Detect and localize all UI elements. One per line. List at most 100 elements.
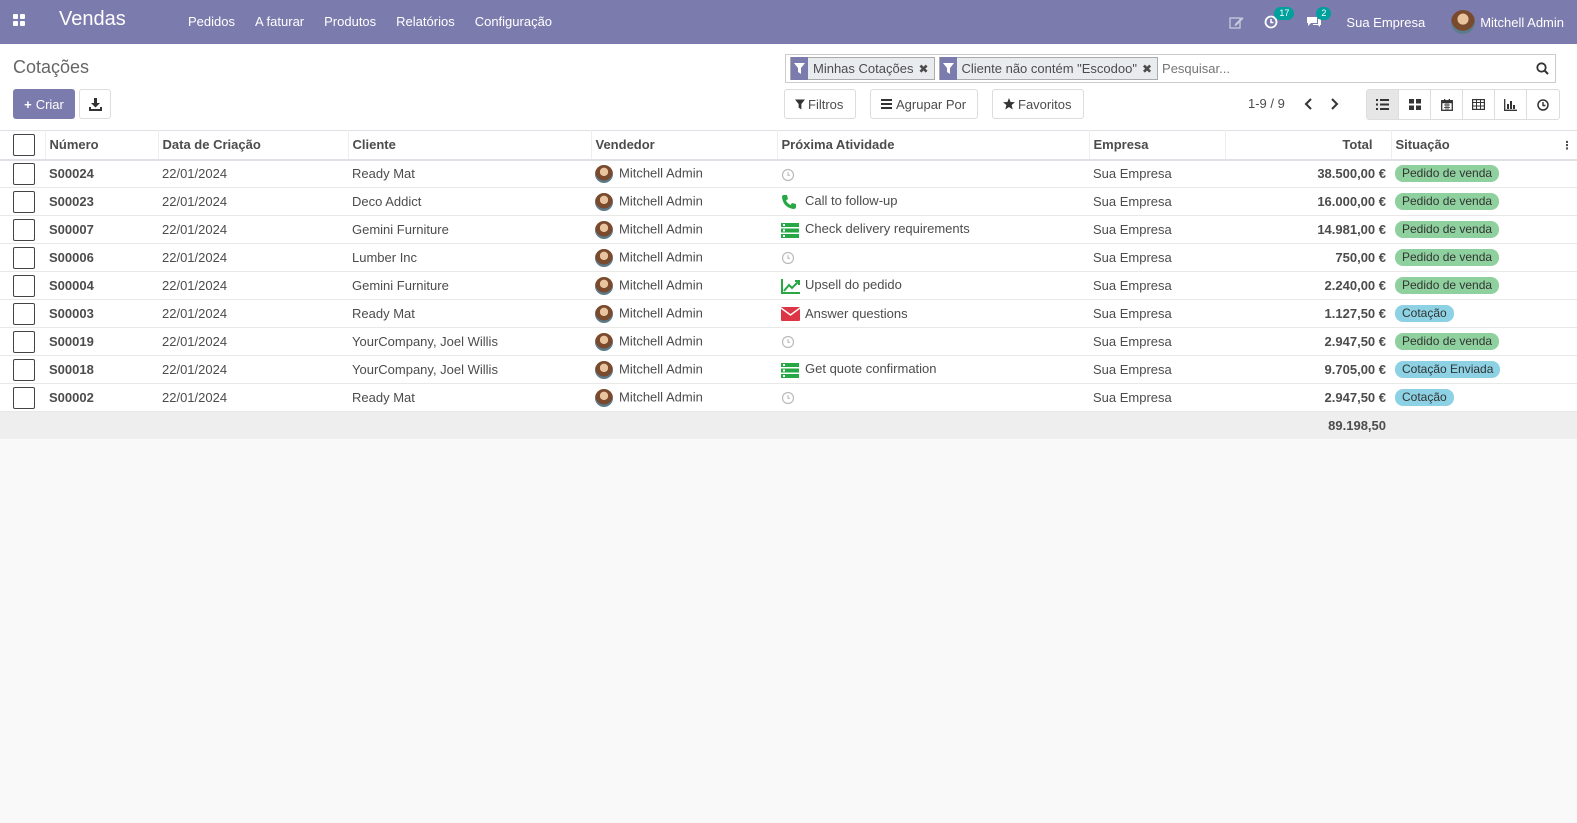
row-checkbox[interactable]	[13, 358, 35, 381]
menu-item-relatorios[interactable]: Relatórios	[386, 0, 465, 44]
table-row[interactable]: S00018 22/01/2024 YourCompany, Joel Willis…	[0, 356, 1577, 384]
table-row[interactable]: S00004 22/01/2024 Gemini Furniture Mitchell…	[0, 272, 1577, 300]
row-checkbox[interactable]	[13, 302, 35, 325]
select-all-checkbox[interactable]	[13, 133, 35, 156]
order-number[interactable]: S00018	[45, 356, 158, 384]
salesperson-avatar[interactable]	[595, 360, 613, 379]
table-row[interactable]: S00006 22/01/2024 Lumber Inc Mitchell Admin…	[0, 244, 1577, 272]
edit-icon[interactable]	[1229, 15, 1244, 29]
apps-menu-icon[interactable]	[13, 14, 27, 28]
row-checkbox[interactable]	[13, 246, 35, 269]
column-header-next-activity[interactable]: Próxima Atividade	[777, 130, 1090, 160]
column-header-customer[interactable]: Cliente	[348, 130, 592, 160]
menu-item-a-faturar[interactable]: A faturar	[245, 0, 314, 44]
remove-facet-icon[interactable]: ✖	[918, 62, 933, 76]
filters-button[interactable]: Filtros	[784, 89, 856, 119]
row-checkbox[interactable]	[13, 162, 35, 185]
status-cell: Pedido de venda	[1391, 188, 1577, 216]
list-view-icon[interactable]	[1367, 90, 1399, 119]
row-checkbox[interactable]	[13, 274, 35, 297]
clock-icon[interactable]	[781, 251, 801, 265]
next-activity: Check delivery requirements	[777, 216, 1089, 244]
menu-item-pedidos[interactable]: Pedidos	[178, 0, 245, 44]
salesperson-name: Mitchell Admin	[619, 360, 703, 376]
order-number[interactable]: S00006	[45, 244, 158, 272]
search-input[interactable]	[1162, 56, 1529, 81]
clock-icon[interactable]	[781, 335, 801, 349]
column-header-salesperson[interactable]: Vendedor	[591, 130, 778, 160]
envelope-icon[interactable]	[781, 307, 801, 322]
column-header-date[interactable]: Data de Criação	[158, 130, 349, 160]
salesperson-avatar[interactable]	[595, 164, 613, 183]
order-number[interactable]: S00007	[45, 216, 158, 244]
status-cell: Pedido de venda	[1391, 328, 1577, 356]
menu-item-produtos[interactable]: Produtos	[314, 0, 386, 44]
salesperson-avatar[interactable]	[595, 192, 613, 211]
remove-facet-icon[interactable]: ✖	[1142, 62, 1157, 76]
order-number[interactable]: S00004	[45, 272, 158, 300]
filter-icon	[939, 57, 957, 80]
quotations-list: Número Data de Criação Cliente Vendedor …	[0, 130, 1577, 439]
table-row[interactable]: S00002 22/01/2024 Ready Mat Mitchell Admin S…	[0, 384, 1577, 412]
search-icon[interactable]	[1529, 62, 1555, 75]
activity-view-icon[interactable]	[1527, 90, 1559, 119]
table-row[interactable]: S00023 22/01/2024 Deco Addict Mitchell Admi…	[0, 188, 1577, 216]
graph-view-icon[interactable]	[1495, 90, 1527, 119]
row-checkbox[interactable]	[13, 386, 35, 409]
row-checkbox[interactable]	[13, 190, 35, 213]
kanban-view-icon[interactable]	[1399, 90, 1431, 119]
company-name: Sua Empresa	[1093, 278, 1172, 293]
clock-icon[interactable]	[781, 168, 801, 182]
salesperson-avatar[interactable]	[595, 276, 613, 295]
phone-icon[interactable]	[781, 194, 801, 210]
optional-columns-icon[interactable]: ⋮	[1562, 139, 1573, 152]
order-number[interactable]: S00003	[45, 300, 158, 328]
table-row[interactable]: S00003 22/01/2024 Ready Mat Mitchell Admin A…	[0, 300, 1577, 328]
table-row[interactable]: S00007 22/01/2024 Gemini Furniture Mitchell…	[0, 216, 1577, 244]
app-name[interactable]: Vendas	[59, 8, 126, 31]
tasks-icon[interactable]	[781, 222, 801, 238]
clock-icon[interactable]	[781, 391, 801, 405]
order-number[interactable]: S00023	[45, 188, 158, 216]
menu-item-configuracao[interactable]: Configuração	[465, 0, 562, 44]
column-header-status[interactable]: Situação ⋮	[1391, 130, 1577, 160]
pager-value[interactable]: 1-9 / 9	[1248, 96, 1285, 111]
status-badge: Pedido de venda	[1395, 333, 1500, 350]
table-row[interactable]: S00024 22/01/2024 Ready Mat Mitchell Admin S…	[0, 160, 1577, 188]
group-by-button[interactable]: Agrupar Por	[870, 89, 978, 119]
company-switcher[interactable]: Sua Empresa	[1346, 15, 1425, 30]
user-menu[interactable]: Mitchell Admin	[1451, 10, 1564, 34]
status-cell: Cotação Enviada	[1391, 356, 1577, 384]
row-checkbox[interactable]	[13, 330, 35, 353]
line-chart-icon[interactable]	[781, 278, 801, 294]
next-activity: Get quote confirmation	[777, 356, 1089, 384]
creation-date: 22/01/2024	[162, 194, 228, 209]
pager-next-button[interactable]	[1322, 89, 1348, 119]
tasks-icon[interactable]	[781, 362, 801, 378]
salesperson-avatar[interactable]	[595, 388, 613, 407]
calendar-view-icon[interactable]	[1431, 90, 1463, 119]
salesperson-avatar[interactable]	[595, 332, 613, 351]
activity-clock-icon[interactable]: 17	[1264, 7, 1295, 29]
customer-name: Ready Mat	[352, 390, 415, 405]
export-button[interactable]	[79, 89, 111, 119]
salesperson-avatar[interactable]	[595, 220, 613, 239]
status-cell: Pedido de venda	[1391, 244, 1577, 272]
search-bar: Minhas Cotações ✖ Cliente não contém "Es…	[785, 54, 1556, 83]
favorites-button[interactable]: Favoritos	[992, 89, 1084, 119]
column-header-number[interactable]: Número	[45, 130, 159, 160]
pager-previous-button[interactable]	[1295, 89, 1321, 119]
order-number[interactable]: S00019	[45, 328, 158, 356]
create-button[interactable]: + Criar	[13, 89, 75, 119]
status-cell: Pedido de venda	[1391, 216, 1577, 244]
salesperson-avatar[interactable]	[595, 248, 613, 267]
order-number[interactable]: S00002	[45, 384, 158, 412]
salesperson-avatar[interactable]	[595, 304, 613, 323]
table-row[interactable]: S00019 22/01/2024 YourCompany, Joel Willis…	[0, 328, 1577, 356]
order-number[interactable]: S00024	[45, 160, 158, 188]
row-checkbox[interactable]	[13, 218, 35, 241]
column-header-company[interactable]: Empresa	[1089, 130, 1226, 160]
pivot-view-icon[interactable]	[1463, 90, 1495, 119]
messages-icon[interactable]: 2	[1306, 7, 1332, 29]
column-header-total[interactable]: Total	[1225, 130, 1392, 160]
